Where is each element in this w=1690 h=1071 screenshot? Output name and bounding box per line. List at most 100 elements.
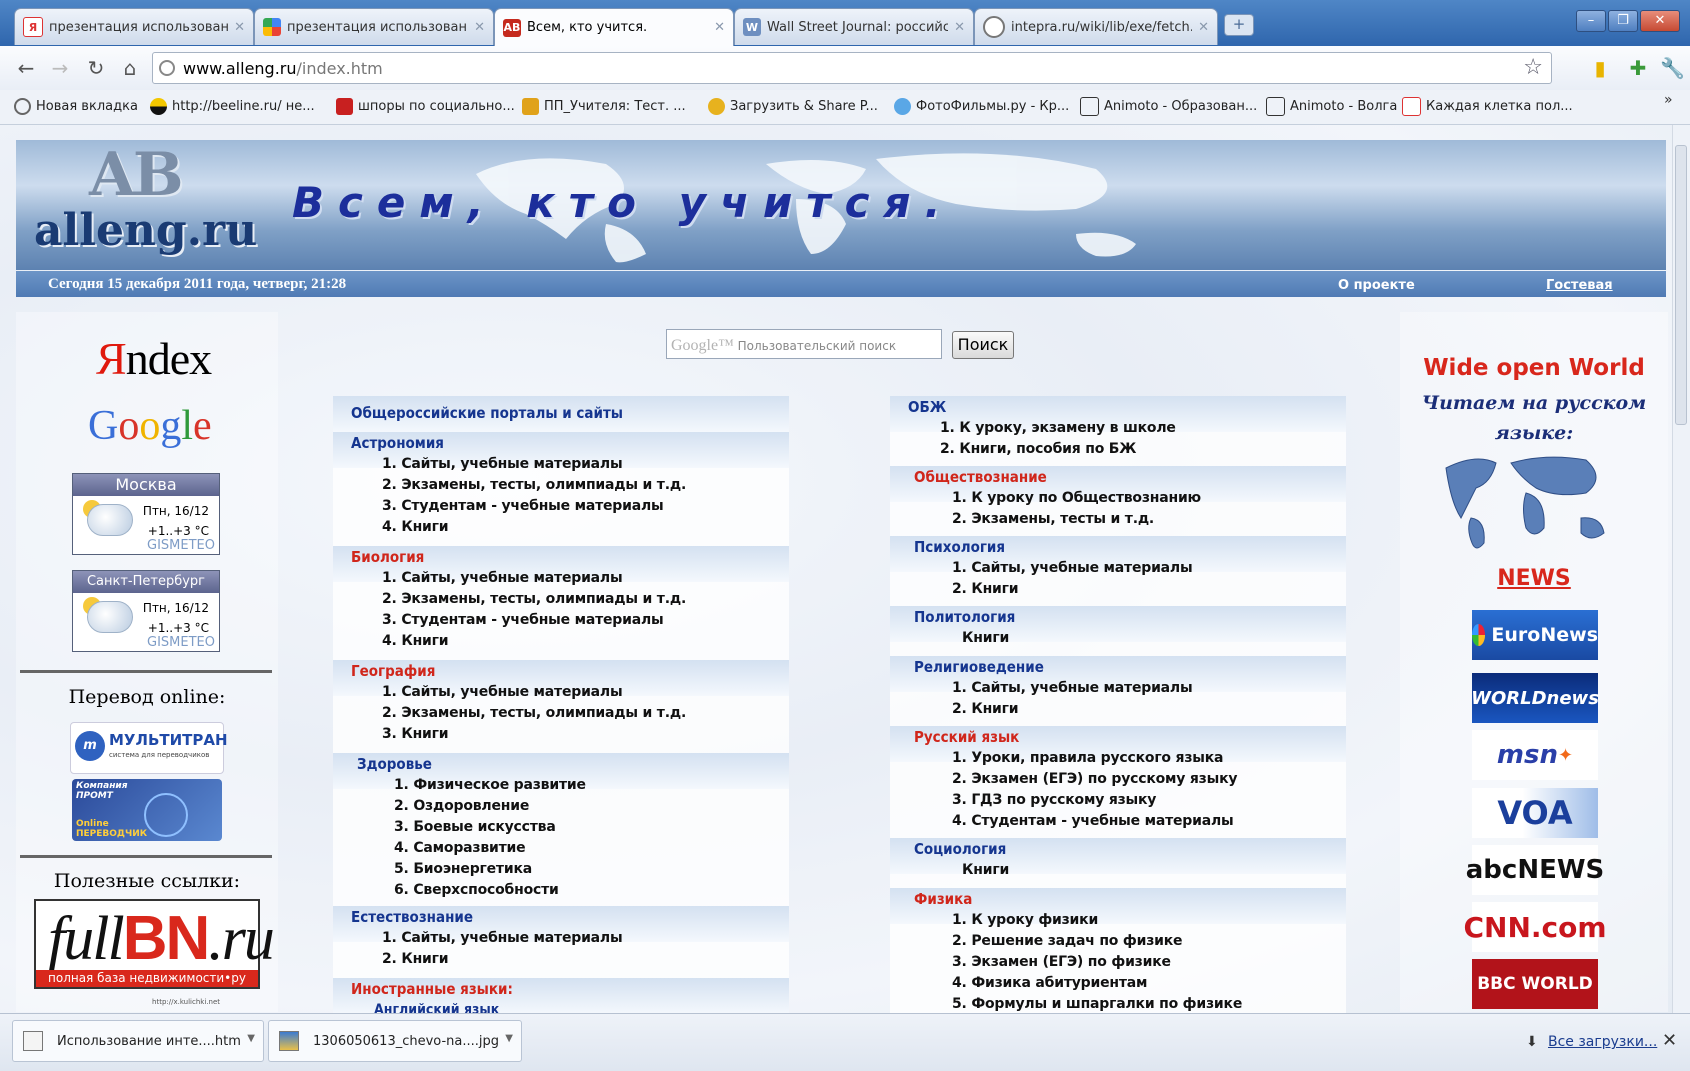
worldnews-link[interactable]: WORLDnews	[1471, 673, 1599, 723]
category-link[interactable]: 1. Физическое развитие	[394, 777, 586, 793]
minimize-button[interactable]: –	[1576, 10, 1606, 32]
category-politology[interactable]: Политология	[914, 608, 1015, 626]
category-link[interactable]: 5. Формулы и шпаргалки по физике	[952, 996, 1242, 1012]
category-link[interactable]: 1. Сайты, учебные материалы	[382, 930, 623, 946]
wrench-icon[interactable]: 🔧	[1660, 56, 1685, 80]
bookmark-item[interactable]: Новая вкладка	[14, 96, 138, 116]
bbc-world-link[interactable]: BBC WORLD	[1472, 959, 1598, 1009]
all-downloads-link[interactable]: Все загрузки...	[1548, 1034, 1657, 1050]
chevron-down-icon[interactable]: ▼	[505, 1033, 513, 1044]
site-logo-letters[interactable]: АВ	[88, 140, 184, 210]
category-link[interactable]: 4. Физика абитуриентам	[952, 975, 1147, 991]
category-link[interactable]: 1. Сайты, учебные материалы	[952, 680, 1193, 696]
bookmark-item[interactable]: Animoto - Образован...	[1080, 96, 1257, 116]
category-link[interactable]: 2. Книги	[952, 581, 1019, 597]
wide-open-world-heading[interactable]: Wide open World	[1400, 355, 1668, 381]
category-link[interactable]: Книги	[962, 630, 1009, 646]
msn-link[interactable]: msn ✦	[1472, 730, 1598, 780]
category-link[interactable]: 1. К уроку по Обществознанию	[952, 490, 1201, 506]
kulichki-banner[interactable]: http://x.kulichki.net	[100, 998, 220, 1010]
new-tab-button[interactable]: +	[1224, 14, 1254, 36]
category-link[interactable]: 2. Экзамен (ЕГЭ) по русскому языку	[952, 771, 1237, 787]
category-link[interactable]: 1. Сайты, учебные материалы	[382, 684, 623, 700]
bookmark-item[interactable]: ФотоФильмы.ру - Кр...	[894, 96, 1069, 116]
restore-button[interactable]: ❐	[1608, 10, 1638, 32]
site-search-input[interactable]: Google™ Пользовательский поиск	[666, 329, 942, 359]
category-link[interactable]: 4. Книги	[382, 519, 449, 535]
category-link[interactable]: 4. Саморазвитие	[394, 840, 526, 856]
category-link[interactable]: 3. Боевые искусства	[394, 819, 556, 835]
fullbn-banner[interactable]: fullBN.ru полная база недвижимости•ру	[34, 899, 275, 989]
euronews-link[interactable]: EuroNews	[1472, 610, 1598, 660]
category-link[interactable]: 1. К уроку, экзамену в школе	[940, 420, 1176, 436]
address-bar[interactable]: www.alleng.ru/index.htm ☆	[152, 52, 1552, 84]
category-portals[interactable]: Общероссийские порталы и сайты	[351, 404, 623, 422]
close-icon[interactable]: ✕	[1198, 20, 1209, 35]
category-sociology[interactable]: Социология	[914, 840, 1006, 858]
signal-extension-icon[interactable]: ▮	[1588, 56, 1612, 80]
category-link[interactable]: 1. К уроку физики	[952, 912, 1098, 928]
category-obzh[interactable]: ОБЖ	[908, 398, 946, 416]
category-link[interactable]: 2. Решение задач по физике	[952, 933, 1183, 949]
category-link[interactable]: 3. Студентам - учебные материалы	[382, 612, 664, 628]
category-link[interactable]: 3. ГДЗ по русскому языку	[952, 792, 1156, 808]
bookmark-item[interactable]: http://beeline.ru/ не...	[150, 96, 315, 116]
close-downloads-icon[interactable]: ✕	[1662, 1030, 1677, 1051]
bookmark-item[interactable]: ПП_Учителя: Тест. ...	[522, 96, 686, 116]
category-link[interactable]: 4. Студентам - учебные материалы	[952, 813, 1234, 829]
category-link[interactable]: 3. Экзамен (ЕГЭ) по физике	[952, 954, 1171, 970]
category-link[interactable]: 2. Экзамены, тесты и т.д.	[952, 511, 1154, 527]
back-icon[interactable]: ←	[12, 54, 40, 82]
search-button[interactable]: Поиск	[952, 331, 1014, 359]
cnn-link[interactable]: CNN.com	[1463, 902, 1607, 952]
category-link[interactable]: 3. Книги	[382, 726, 449, 742]
tab-2[interactable]: презентация использование ✕	[254, 8, 494, 45]
category-astronomy[interactable]: Астрономия	[351, 434, 444, 452]
site-logo-name[interactable]: alleng.ru	[34, 205, 257, 256]
category-link[interactable]: 2. Книги, пособия по БЖ	[940, 441, 1136, 457]
category-link[interactable]: 2. Оздоровление	[394, 798, 529, 814]
about-link[interactable]: О проекте	[1338, 278, 1415, 293]
tab-5[interactable]: intepra.ru/wiki/lib/exe/fetch.p ✕	[974, 8, 1218, 45]
category-health[interactable]: Здоровье	[357, 755, 432, 773]
promt-banner[interactable]: Компания ПРОМТ Online ПЕРЕВОДЧИК	[72, 779, 222, 841]
bookmark-item[interactable]: Каждая клетка пол...	[1402, 96, 1573, 116]
category-link[interactable]: 1. Сайты, учебные материалы	[382, 456, 623, 472]
abc-news-link[interactable]: abcNEWS	[1466, 845, 1604, 895]
close-icon[interactable]: ✕	[234, 20, 245, 35]
voa-link[interactable]: VOA	[1472, 788, 1598, 838]
category-link[interactable]: 2. Экзамены, тесты, олимпиады и т.д.	[382, 591, 686, 607]
category-geography[interactable]: География	[351, 662, 435, 680]
yandex-logo-link[interactable]: Яndex	[96, 332, 212, 385]
category-social-science[interactable]: Обществознание	[914, 468, 1047, 486]
guestbook-link[interactable]: Гостевая	[1546, 278, 1613, 293]
download-item[interactable]: 1306050613_chevo-na....jpg ▼	[268, 1020, 522, 1062]
category-natural-science[interactable]: Естествознание	[351, 908, 473, 926]
close-icon[interactable]: ✕	[474, 20, 485, 35]
tab-3-active[interactable]: АВ Всем, кто учится. ✕	[494, 8, 734, 46]
home-icon[interactable]: ⌂	[116, 54, 144, 82]
category-russian[interactable]: Русский язык	[914, 728, 1019, 746]
weather-widget-spb[interactable]: Санкт-Петербург Птн, 16/12 +1..+3 °C GIS…	[72, 570, 220, 652]
category-link[interactable]: 2. Экзамены, тесты, олимпиады и т.д.	[382, 477, 686, 493]
news-heading[interactable]: NEWS	[1400, 566, 1668, 591]
category-psychology[interactable]: Психология	[914, 538, 1005, 556]
close-window-button[interactable]: ✕	[1640, 10, 1680, 32]
category-link[interactable]: 1. Сайты, учебные материалы	[382, 570, 623, 586]
category-foreign-languages[interactable]: Иностранные языки:	[351, 980, 513, 998]
category-link[interactable]: 2. Книги	[382, 951, 449, 967]
category-link[interactable]: 5. Биоэнергетика	[394, 861, 532, 877]
category-link[interactable]: 4. Книги	[382, 633, 449, 649]
extension-icon[interactable]: ✚	[1626, 56, 1650, 80]
category-biology[interactable]: Биология	[351, 548, 424, 566]
reload-icon[interactable]: ↻	[82, 54, 110, 82]
chevron-down-icon[interactable]: ▼	[247, 1033, 255, 1044]
category-link[interactable]: 3. Студентам - учебные материалы	[382, 498, 664, 514]
category-link[interactable]: 2. Книги	[952, 701, 1019, 717]
category-link[interactable]: 2. Экзамены, тесты, олимпиады и т.д.	[382, 705, 686, 721]
tab-4[interactable]: W Wall Street Journal: российск ✕	[734, 8, 974, 45]
close-icon[interactable]: ✕	[954, 20, 965, 35]
multitran-banner[interactable]: m МУЛЬТИТРАН система для переводчиков	[70, 722, 228, 774]
forward-icon[interactable]: →	[46, 54, 74, 82]
google-logo-link[interactable]: Google	[88, 402, 212, 450]
